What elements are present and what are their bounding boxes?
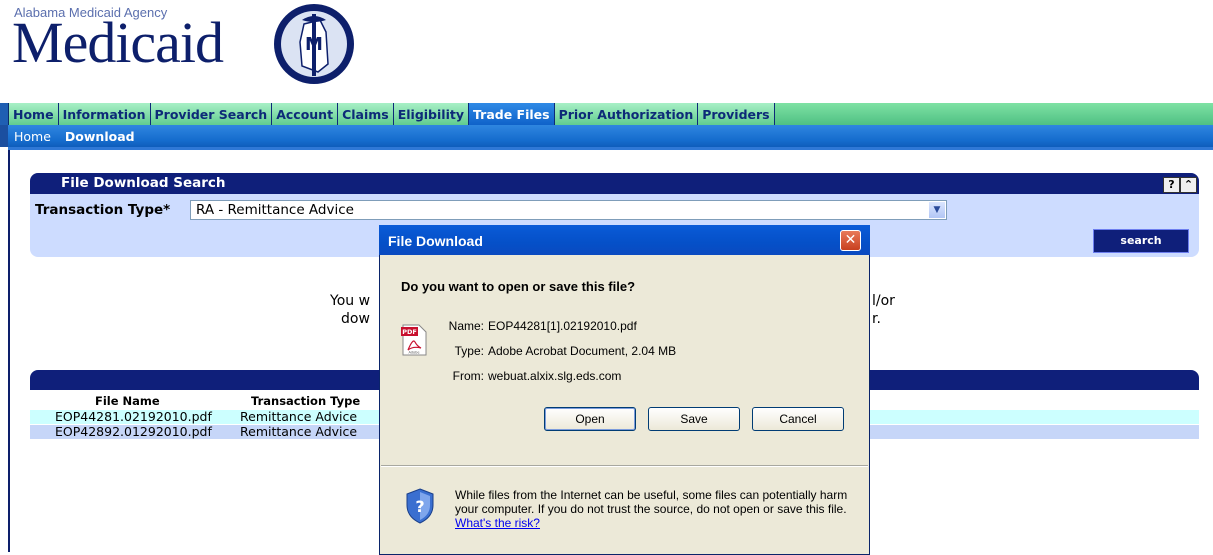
name-label: Name: — [448, 319, 484, 333]
save-button[interactable]: Save — [648, 407, 740, 431]
subnav-download-link[interactable]: Download — [57, 129, 141, 144]
svg-text:?: ? — [415, 497, 424, 516]
dialog-title: File Download — [388, 233, 483, 249]
name-value: EOP44281[1].02192010.pdf — [488, 319, 637, 333]
tab-account[interactable]: Account — [272, 103, 339, 125]
seal-letter: M — [305, 34, 323, 55]
tab-information[interactable]: Information — [58, 103, 151, 125]
info-text-left-1: You w — [330, 293, 371, 309]
row-transaction-type: Remittance Advice — [240, 424, 358, 439]
col-header-transaction-type: Transaction Type — [251, 394, 361, 408]
help-button[interactable]: ? — [1163, 177, 1180, 193]
tab-eligibility[interactable]: Eligibility — [393, 103, 469, 125]
tabbar-edge — [0, 103, 9, 125]
sub-navigation: Home Download — [0, 125, 1213, 147]
from-value: webuat.alxix.slg.eds.com — [488, 369, 622, 383]
pdf-adobe-text: Adobe — [408, 351, 419, 355]
whats-the-risk-link[interactable]: What's the risk? — [455, 516, 540, 530]
left-border — [8, 150, 10, 552]
col-header-file-name: File Name — [95, 394, 160, 408]
tab-prior-authorization[interactable]: Prior Authorization — [554, 103, 699, 125]
info-text-right-2: r. — [872, 311, 881, 327]
info-text-right-1: l/or — [872, 293, 895, 309]
tab-claims[interactable]: Claims — [338, 103, 394, 125]
tab-trade-files[interactable]: Trade Files — [469, 103, 555, 125]
divider — [8, 147, 1213, 150]
tab-provider-search[interactable]: Provider Search — [150, 103, 273, 125]
pdf-badge-text: PDF — [402, 328, 417, 336]
close-button[interactable]: ✕ — [840, 230, 861, 251]
subnav-home-link[interactable]: Home — [8, 129, 57, 144]
row-transaction-type: Remittance Advice — [240, 409, 358, 424]
transaction-type-label: Transaction Type* — [35, 202, 171, 218]
transaction-type-select[interactable]: RA - Remittance Advice ▼ — [190, 200, 947, 220]
tab-home[interactable]: Home — [9, 103, 59, 125]
shield-question-icon: ? — [406, 488, 434, 524]
dialog-question: Do you want to open or save this file? — [401, 279, 636, 294]
close-icon: ✕ — [844, 232, 857, 248]
row-file-name[interactable]: EOP44281.02192010.pdf — [55, 410, 212, 424]
type-value: Adobe Acrobat Document, 2.04 MB — [488, 344, 677, 358]
main-tab-bar: Home Information Provider Search Account… — [0, 103, 1213, 125]
chevron-up-icon: ⌃ — [1183, 178, 1194, 191]
open-button[interactable]: Open — [544, 407, 636, 431]
transaction-type-value: RA - Remittance Advice — [196, 202, 354, 218]
from-label: From: — [452, 369, 484, 383]
chevron-down-icon[interactable]: ▼ — [929, 202, 945, 218]
medicaid-seal-icon: M — [274, 4, 354, 84]
warning-text: While files from the Internet can be use… — [455, 488, 848, 516]
security-warning: While files from the Internet can be use… — [455, 488, 855, 530]
info-text-left-2: dow — [341, 311, 370, 327]
type-label: Type: — [454, 344, 484, 358]
row-file-name[interactable]: EOP42892.01292010.pdf — [55, 425, 212, 439]
tab-providers[interactable]: Providers — [698, 103, 775, 125]
search-panel-title: File Download Search — [61, 175, 226, 191]
dialog-separator-highlight — [381, 466, 868, 467]
search-button[interactable]: search — [1093, 229, 1189, 253]
collapse-button[interactable]: ⌃ — [1180, 177, 1197, 193]
cancel-button[interactable]: Cancel — [752, 407, 844, 431]
medicaid-logo-text: Medicaid — [12, 10, 224, 75]
